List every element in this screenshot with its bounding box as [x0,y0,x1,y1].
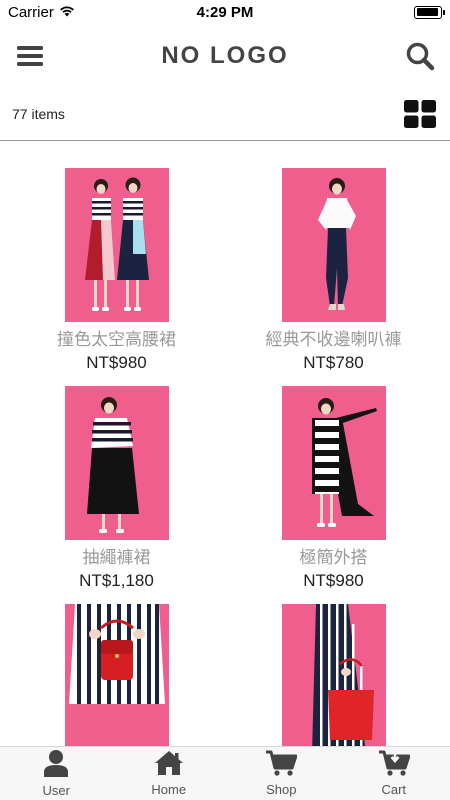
battery-icon [414,5,445,19]
tab-user[interactable]: User [0,747,113,800]
cart-download-icon [378,750,411,781]
product-card[interactable] [221,604,446,746]
product-image [281,168,386,322]
product-price: NT$980 [86,353,147,372]
items-count: 77 items [12,106,65,122]
product-image [64,386,169,540]
home-icon [154,750,184,781]
carrier-label: Carrier [8,3,54,21]
status-right [292,5,445,19]
status-left: Carrier [8,4,158,21]
tab-label: Home [151,782,187,797]
product-card[interactable]: 極簡外搭 NT$980 [221,386,446,591]
hamburger-menu-icon[interactable] [14,40,46,72]
product-price: NT$780 [303,353,364,372]
product-grid: 撞色太空高腰裙 NT$980 經典不收邊喇叭褲 NT$780 抽繩褲裙 NT$1… [0,142,450,746]
bottom-tab-bar: User Home Shop Cart [0,746,450,800]
product-card[interactable]: 撞色太空高腰裙 NT$980 [4,168,229,373]
wifi-icon [59,4,75,21]
product-price: NT$1,180 [79,571,154,590]
battery-fill [416,8,439,16]
user-icon [43,749,69,782]
product-image [281,604,386,746]
product-price: NT$980 [303,571,364,590]
product-name: 撞色太空高腰裙 [57,330,176,349]
product-card[interactable]: 抽繩褲裙 NT$1,180 [4,386,229,591]
tab-shop[interactable]: Shop [225,747,338,800]
product-name: 經典不收邊喇叭褲 [265,330,402,349]
status-bar: Carrier 4:29 PM [0,0,450,24]
search-icon[interactable] [404,40,436,72]
tab-label: Shop [266,782,297,797]
product-image [64,168,169,322]
tab-label: User [42,783,70,798]
app-header: NO LOGO [0,24,450,88]
product-image [281,386,386,540]
product-card[interactable]: 經典不收邊喇叭褲 NT$780 [221,168,446,373]
shopping-cart-icon [265,750,298,781]
product-card[interactable] [4,604,229,746]
product-name: 抽繩褲裙 [82,548,151,567]
app-logo: NO LOGO [161,42,289,69]
product-name: 極簡外搭 [299,548,368,567]
grid-view-icon[interactable] [404,98,436,130]
tab-label: Cart [381,782,407,797]
status-time: 4:29 PM [196,3,254,21]
tab-cart[interactable]: Cart [338,747,450,800]
list-toolbar: 77 items [0,88,450,141]
product-image [64,604,169,746]
tab-home[interactable]: Home [113,747,226,800]
